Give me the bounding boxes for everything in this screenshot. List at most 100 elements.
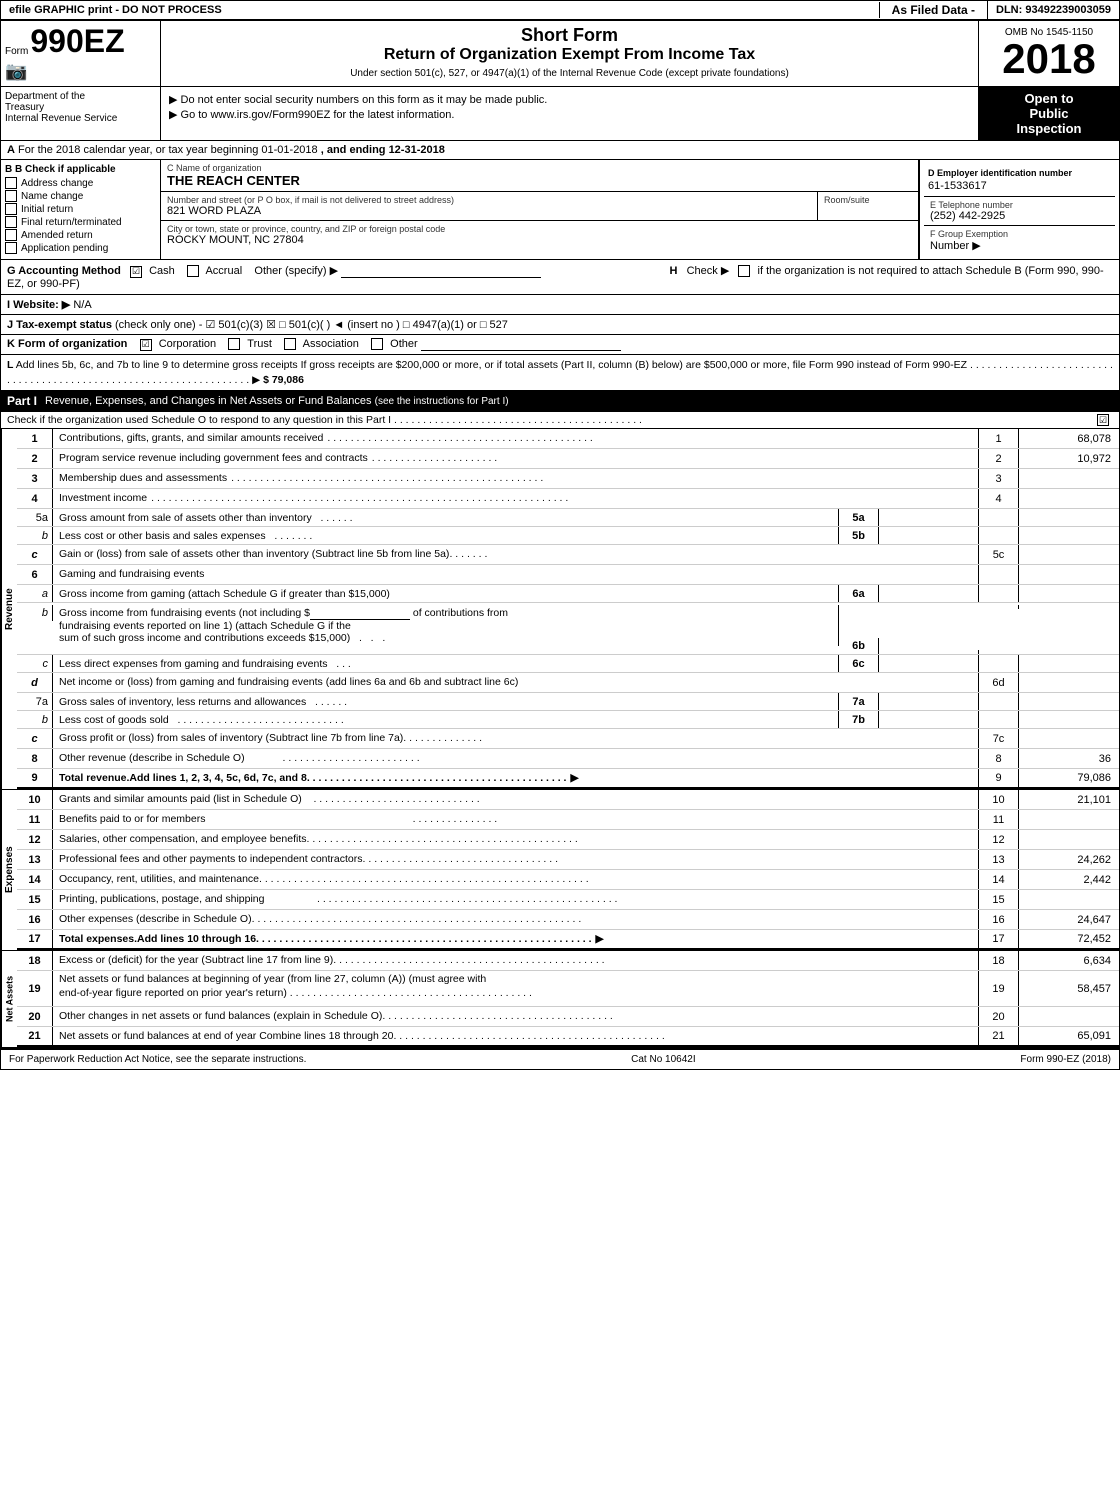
row-6a-num: a [17, 585, 53, 602]
schedule-o-row: Check if the organization used Schedule … [1, 412, 1119, 429]
row-5a-right-num [979, 509, 1019, 526]
check-final-return[interactable]: Final return/terminated [5, 216, 156, 228]
checkbox-final-return[interactable] [5, 216, 17, 228]
row-20: 20 Other changes in net assets or fund b… [17, 1007, 1119, 1027]
row-6a-input [879, 585, 979, 602]
h-label: H [669, 265, 677, 277]
h-checkbox[interactable] [738, 265, 750, 277]
org-city-row: City or town, state or province, country… [161, 221, 918, 249]
row-3-value [1019, 469, 1119, 488]
row-13-desc: Professional fees and other payments to … [53, 850, 979, 869]
row-7c-desc: Gross profit or (loss) from sales of inv… [53, 729, 979, 748]
row-5a-input [879, 509, 979, 526]
row-15-num: 15 [17, 890, 53, 909]
row-2: 2 Program service revenue including gove… [17, 449, 1119, 469]
row-12-num: 12 [17, 830, 53, 849]
row-7b-desc: Less cost of goods sold . . . . . . . . … [53, 711, 839, 728]
other-checkbox[interactable] [371, 338, 383, 350]
top-bar-left-text: efile GRAPHIC print - DO NOT PROCESS [1, 2, 880, 18]
form-990ez-label: Form 990EZ [5, 25, 125, 57]
row-6c-input [879, 655, 979, 672]
row-3-num: 3 [17, 469, 53, 488]
amended-return-label: Amended return [21, 230, 93, 241]
row-5a-label: 5a [839, 509, 879, 526]
row-19-value: 58,457 [1019, 971, 1119, 1006]
row-6a: a Gross income from gaming (attach Sched… [17, 585, 1119, 603]
row-19-desc: Net assets or fund balances at beginning… [53, 971, 979, 1006]
check-application-pending[interactable]: Application pending [5, 242, 156, 254]
checkbox-address-change[interactable] [5, 177, 17, 189]
row-15-linenum: 15 [979, 890, 1019, 909]
row-1-num: 1 [17, 429, 53, 448]
open-to-public-box: Open to Public Inspection [979, 87, 1119, 140]
row-7c-value [1019, 729, 1119, 748]
row-19-linenum: 19 [979, 971, 1019, 1006]
irs-label: Internal Revenue Service [5, 113, 156, 124]
ein-value: 61-1533617 [928, 180, 1111, 192]
row-10-desc: Grants and similar amounts paid (list in… [53, 790, 979, 809]
camera-icon: 📷 [5, 61, 27, 82]
org-name-row: C Name of organization THE REACH CENTER [161, 160, 918, 192]
form-org-row: K Form of organization ☑ Corporation Tru… [1, 335, 1119, 355]
row-4-linenum: 4 [979, 489, 1019, 508]
section-a: A For the 2018 calendar year, or tax yea… [1, 141, 1119, 160]
form-prefix: Form [5, 46, 28, 57]
row-6c-num: c [17, 655, 53, 672]
l-value: $ 79,086 [263, 374, 304, 386]
row-15-desc: Printing, publications, postage, and shi… [53, 890, 979, 909]
row-6c-label: 6c [839, 655, 879, 672]
address-change-label: Address change [21, 178, 93, 189]
checkbox-initial-return[interactable] [5, 203, 17, 215]
cash-checkbox[interactable]: ☑ [130, 266, 142, 278]
ein-label: D Employer identification number [928, 168, 1111, 178]
h-text: Check ▶ [687, 265, 730, 277]
row-6c-desc: Less direct expenses from gaming and fun… [53, 655, 839, 672]
row-16-desc: Other expenses (describe in Schedule O) … [53, 910, 979, 929]
row-12: 12 Salaries, other compensation, and emp… [17, 830, 1119, 850]
address-value: 821 WORD PLAZA [167, 205, 811, 217]
row-3: 3 Membership dues and assessments . . . … [17, 469, 1119, 489]
row-5c-desc: Gain or (loss) from sale of assets other… [53, 545, 979, 564]
checkbox-application-pending[interactable] [5, 242, 17, 254]
part1-label: Part I [7, 394, 37, 408]
row-12-linenum: 12 [979, 830, 1019, 849]
trust-checkbox[interactable] [228, 338, 240, 350]
checkbox-amended-return[interactable] [5, 229, 17, 241]
assoc-checkbox[interactable] [284, 338, 296, 350]
row-6-num: 6 [17, 565, 53, 584]
checkbox-name-change[interactable] [5, 190, 17, 202]
row-20-linenum: 20 [979, 1007, 1019, 1026]
schedule-o-text: Check if the organization used Schedule … [7, 414, 391, 426]
phone-value: (252) 442-2925 [930, 210, 1109, 222]
part1-header: Part I Revenue, Expenses, and Changes in… [1, 391, 1119, 412]
form-subtitle: Under section 501(c), 527, or 4947(a)(1)… [169, 68, 970, 79]
check-amended-return[interactable]: Amended return [5, 229, 156, 241]
check-address-change[interactable]: Address change [5, 177, 156, 189]
check-name-change[interactable]: Name change [5, 190, 156, 202]
j-text: (check only one) - ☑ 501(c)(3) ☒ □ 501(c… [115, 319, 508, 331]
irs-link-notice: ▶ Go to www.irs.gov/Form990EZ for the la… [169, 108, 970, 121]
year-box: 2018 [1002, 38, 1095, 80]
row-7b-label: 7b [839, 711, 879, 728]
row-13-num: 13 [17, 850, 53, 869]
row-5a: 5a Gross amount from sale of assets othe… [17, 509, 1119, 527]
dept-info: Department of the Treasury Internal Reve… [1, 87, 161, 140]
row-1: 1 Contributions, gifts, grants, and simi… [17, 429, 1119, 449]
title-center: Short Form Return of Organization Exempt… [161, 21, 979, 86]
accrual-checkbox[interactable] [187, 265, 199, 277]
row-2-value: 10,972 [1019, 449, 1119, 468]
check-initial-return[interactable]: Initial return [5, 203, 156, 215]
schedule-o-checkbox[interactable]: ☑ [1097, 414, 1109, 426]
part1-title: Revenue, Expenses, and Changes in Net As… [45, 395, 372, 407]
row-14-num: 14 [17, 870, 53, 889]
row-5b-right-val [1019, 527, 1119, 544]
footer-bar: For Paperwork Reduction Act Notice, see … [1, 1048, 1119, 1069]
net-assets-content: 18 Excess or (deficit) for the year (Sub… [17, 951, 1119, 1047]
row-6-linenum [979, 565, 1019, 584]
row-9-linenum: 9 [979, 769, 1019, 787]
row-6d-value [1019, 673, 1119, 692]
l-label: L [7, 359, 13, 371]
schedule-o-dots: . . . . . . . . . . . . . . . . . . . . … [394, 414, 642, 426]
corp-checkbox[interactable]: ☑ [140, 339, 152, 351]
row-5b-num: b [17, 527, 53, 544]
